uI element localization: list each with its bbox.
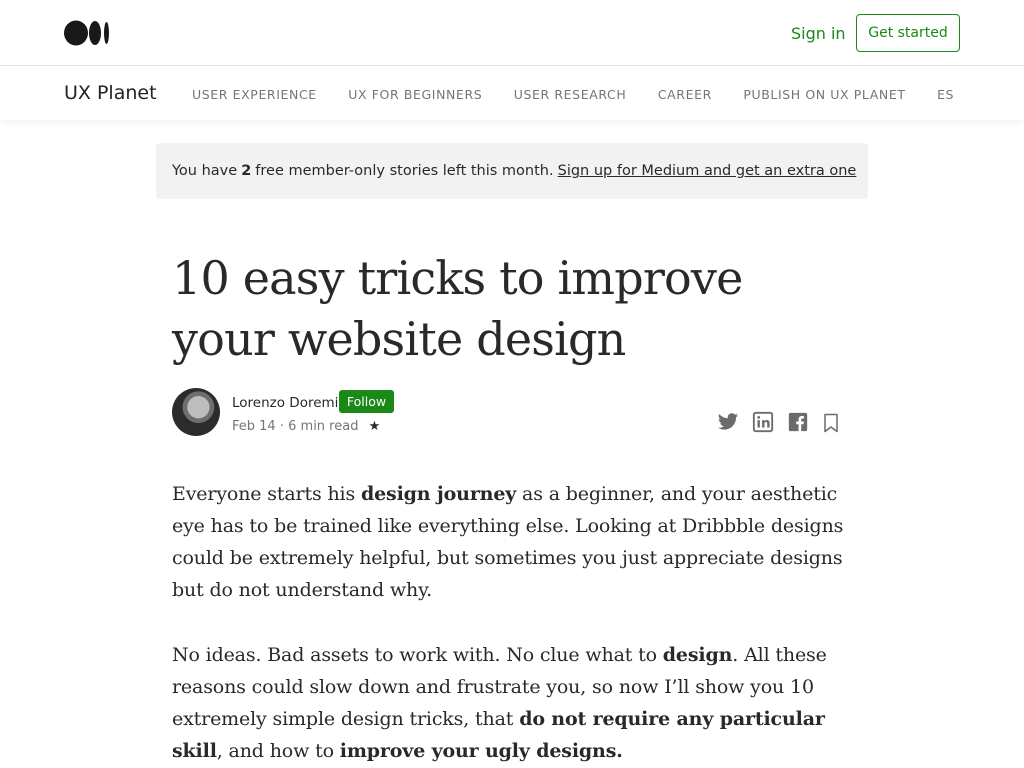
avatar[interactable] (172, 388, 220, 436)
publication-nav: USER EXPERIENCE UX FOR BEGINNERS USER RE… (192, 86, 960, 106)
read-time: 6 min read (288, 419, 359, 434)
article-title: 10 easy tricks to improve your website d… (172, 251, 743, 366)
star-icon: ★ (368, 419, 381, 434)
nav-item-user-research[interactable]: USER RESEARCH (514, 87, 627, 102)
emphasis-text: design (662, 644, 733, 666)
top-bar: Sign in Get started (0, 0, 1024, 66)
body-text: , and how to (216, 740, 340, 762)
publication-bar: UX Planet USER EXPERIENCE UX FOR BEGINNE… (0, 66, 1024, 120)
banner-count: 2 (241, 163, 252, 179)
body-text: Everyone starts his (172, 483, 361, 505)
body-text: No ideas. Bad assets to work with. No cl… (172, 644, 663, 666)
twitter-icon[interactable] (717, 411, 739, 433)
emphasis-text: improve your ugly designs. (339, 740, 623, 762)
get-started-button[interactable]: Get started (856, 14, 960, 52)
article-paragraph-1: Everyone starts his design journey as a … (172, 478, 862, 606)
bookmark-icon[interactable] (822, 413, 840, 433)
nav-item-user-experience[interactable]: USER EXPERIENCE (192, 87, 317, 102)
article-meta: Feb 14 · 6 min read ★ (232, 419, 380, 434)
sign-in-link[interactable]: Sign in (791, 24, 846, 43)
meta-separator: · (279, 419, 284, 434)
linkedin-icon[interactable] (752, 411, 774, 433)
nav-item-career[interactable]: CAREER (658, 87, 712, 102)
publication-name[interactable]: UX Planet (64, 82, 157, 104)
member-banner: You have 2 free member-only stories left… (156, 143, 868, 199)
facebook-icon[interactable] (787, 411, 809, 433)
follow-button[interactable]: Follow (339, 390, 394, 413)
banner-prefix: You have (172, 163, 238, 179)
publish-date: Feb 14 (232, 419, 276, 434)
banner-suffix: free member-only stories left this month… (255, 163, 554, 179)
nav-item-es[interactable]: ES (937, 87, 954, 102)
signup-link[interactable]: Sign up for Medium and get an extra one (558, 163, 857, 179)
nav-item-ux-for-beginners[interactable]: UX FOR BEGINNERS (348, 87, 482, 102)
article-paragraph-2: No ideas. Bad assets to work with. No cl… (172, 639, 862, 767)
nav-item-publish[interactable]: PUBLISH ON UX PLANET (743, 87, 905, 102)
author-name[interactable]: Lorenzo Doremi (232, 395, 338, 411)
medium-logo[interactable] (64, 20, 110, 46)
emphasis-text: design journey (360, 483, 517, 505)
